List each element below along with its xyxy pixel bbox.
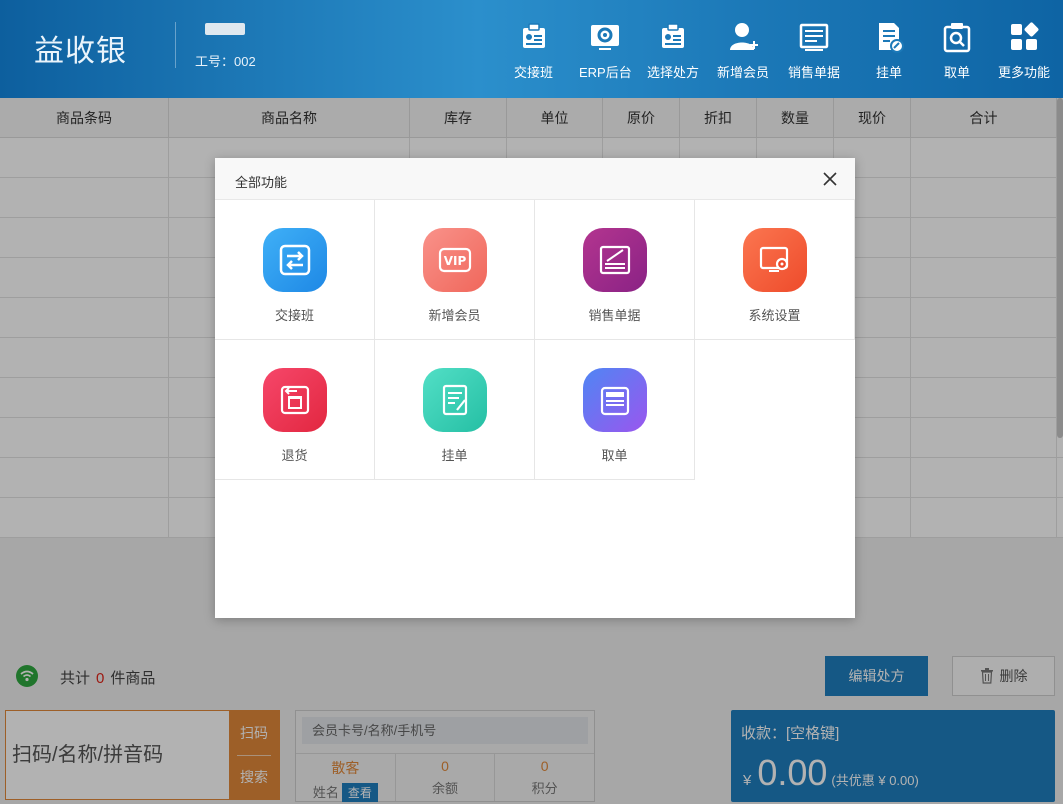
tool-sales-receipt[interactable]: 销售单据 (788, 20, 840, 86)
function-return-goods[interactable]: 退货 (215, 340, 375, 480)
function-hold-order[interactable]: 挂单 (375, 340, 535, 480)
retrieve-order-icon (943, 23, 971, 53)
function-label: 交接班 (274, 308, 314, 323)
function-sales-receipt[interactable]: 销售单据 (535, 200, 695, 340)
dialog-title: 全部功能 (235, 175, 288, 190)
sales-receipt-icon (582, 228, 647, 292)
svg-text:VIP: VIP (443, 254, 466, 268)
hold-order-icon (422, 368, 487, 432)
shift-handover-icon (262, 228, 327, 292)
vip-icon: VIP (422, 228, 487, 292)
tool-select-prescription[interactable]: 选择处方 (647, 20, 699, 86)
return-goods-icon (262, 368, 327, 432)
tool-shift-handover[interactable]: 交接班 (514, 20, 553, 86)
function-retrieve-order[interactable]: 取单 (535, 340, 695, 480)
tool-label: 新增会员 (717, 65, 770, 80)
function-label: 销售单据 (588, 308, 641, 323)
more-functions-icon (1011, 22, 1039, 50)
tool-label: 选择处方 (647, 65, 700, 80)
tool-retrieve-order[interactable]: 取单 (940, 20, 974, 86)
function-add-member[interactable]: VIP 新增会员 (375, 200, 535, 340)
tool-hold-order[interactable]: 挂单 (872, 20, 906, 86)
shift-handover-icon (522, 23, 545, 48)
job-number: 工号：002 (195, 54, 256, 69)
app-header: 益收银 工号：002 交接班 ERP后台 选择处方 新增会员 销售单据 挂单 取… (0, 0, 1063, 98)
function-label: 取单 (601, 448, 628, 463)
function-label: 新增会员 (428, 308, 481, 323)
tool-erp-backend[interactable]: ERP后台 (579, 20, 632, 86)
tool-more-functions[interactable]: 更多功能 (998, 20, 1050, 86)
dialog-header: 全部功能 (215, 158, 855, 200)
function-shift-handover[interactable]: 交接班 (215, 200, 375, 340)
prescription-icon (662, 23, 684, 48)
tool-label: 销售单据 (788, 65, 841, 80)
tool-label: 挂单 (875, 65, 902, 80)
close-icon[interactable] (823, 172, 837, 186)
user-name-redacted (205, 23, 245, 35)
erp-settings-icon (591, 25, 620, 50)
sales-receipt-icon (799, 23, 829, 51)
tool-add-member[interactable]: 新增会员 (717, 20, 769, 86)
add-member-icon (730, 23, 758, 50)
function-system-settings[interactable]: 系统设置 (695, 200, 855, 340)
tool-label: ERP后台 (579, 65, 632, 80)
tool-label: 交接班 (514, 65, 554, 80)
tool-label: 取单 (943, 65, 970, 80)
hold-order-icon (879, 23, 904, 53)
header-divider (175, 22, 176, 68)
function-label: 退货 (281, 448, 308, 463)
function-label: 挂单 (441, 448, 468, 463)
system-settings-icon (742, 228, 807, 292)
tool-label: 更多功能 (998, 65, 1051, 80)
retrieve-order-icon (582, 368, 647, 432)
all-functions-dialog: 全部功能 交接班 VIP 新增会员 销售单据 系统设置 退货 挂单 取单 (215, 158, 855, 618)
app-brand: 益收银 (34, 34, 127, 69)
function-label: 系统设置 (748, 308, 801, 323)
